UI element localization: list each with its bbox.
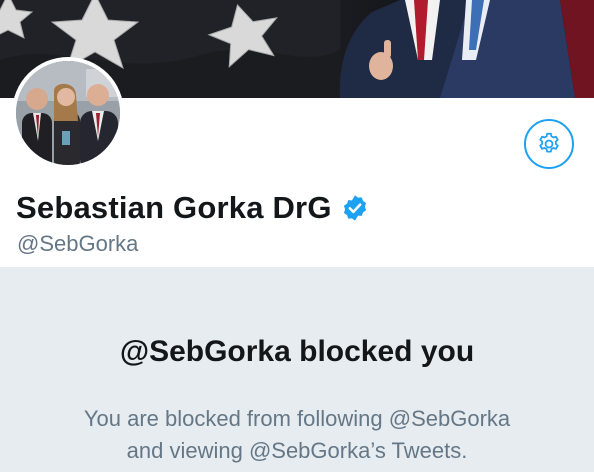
avatar-photo [16,61,120,165]
profile-handle: @SebGorka [17,231,139,256]
profile-name-row: Sebastian Gorka DrG [16,188,369,228]
settings-button[interactable] [524,119,574,169]
avatar[interactable] [12,57,124,169]
blocked-description-line1: You are blocked from following @SebGorka [83,406,511,431]
blocked-title: @SebGorka blocked you [119,335,475,368]
blocked-description-line2: and viewing @SebGorka’s Tweets. [126,438,468,463]
blocked-description: You are blocked from following @SebGorka… [0,403,594,467]
blocked-notice: @SebGorka blocked you You are blocked fr… [0,267,594,472]
profile-page: Sebastian Gorka DrG @SebGorka @SebGorka … [0,0,594,472]
display-name: Sebastian Gorka DrG [16,190,332,225]
verified-badge-icon [343,195,366,221]
gear-icon [539,132,559,153]
